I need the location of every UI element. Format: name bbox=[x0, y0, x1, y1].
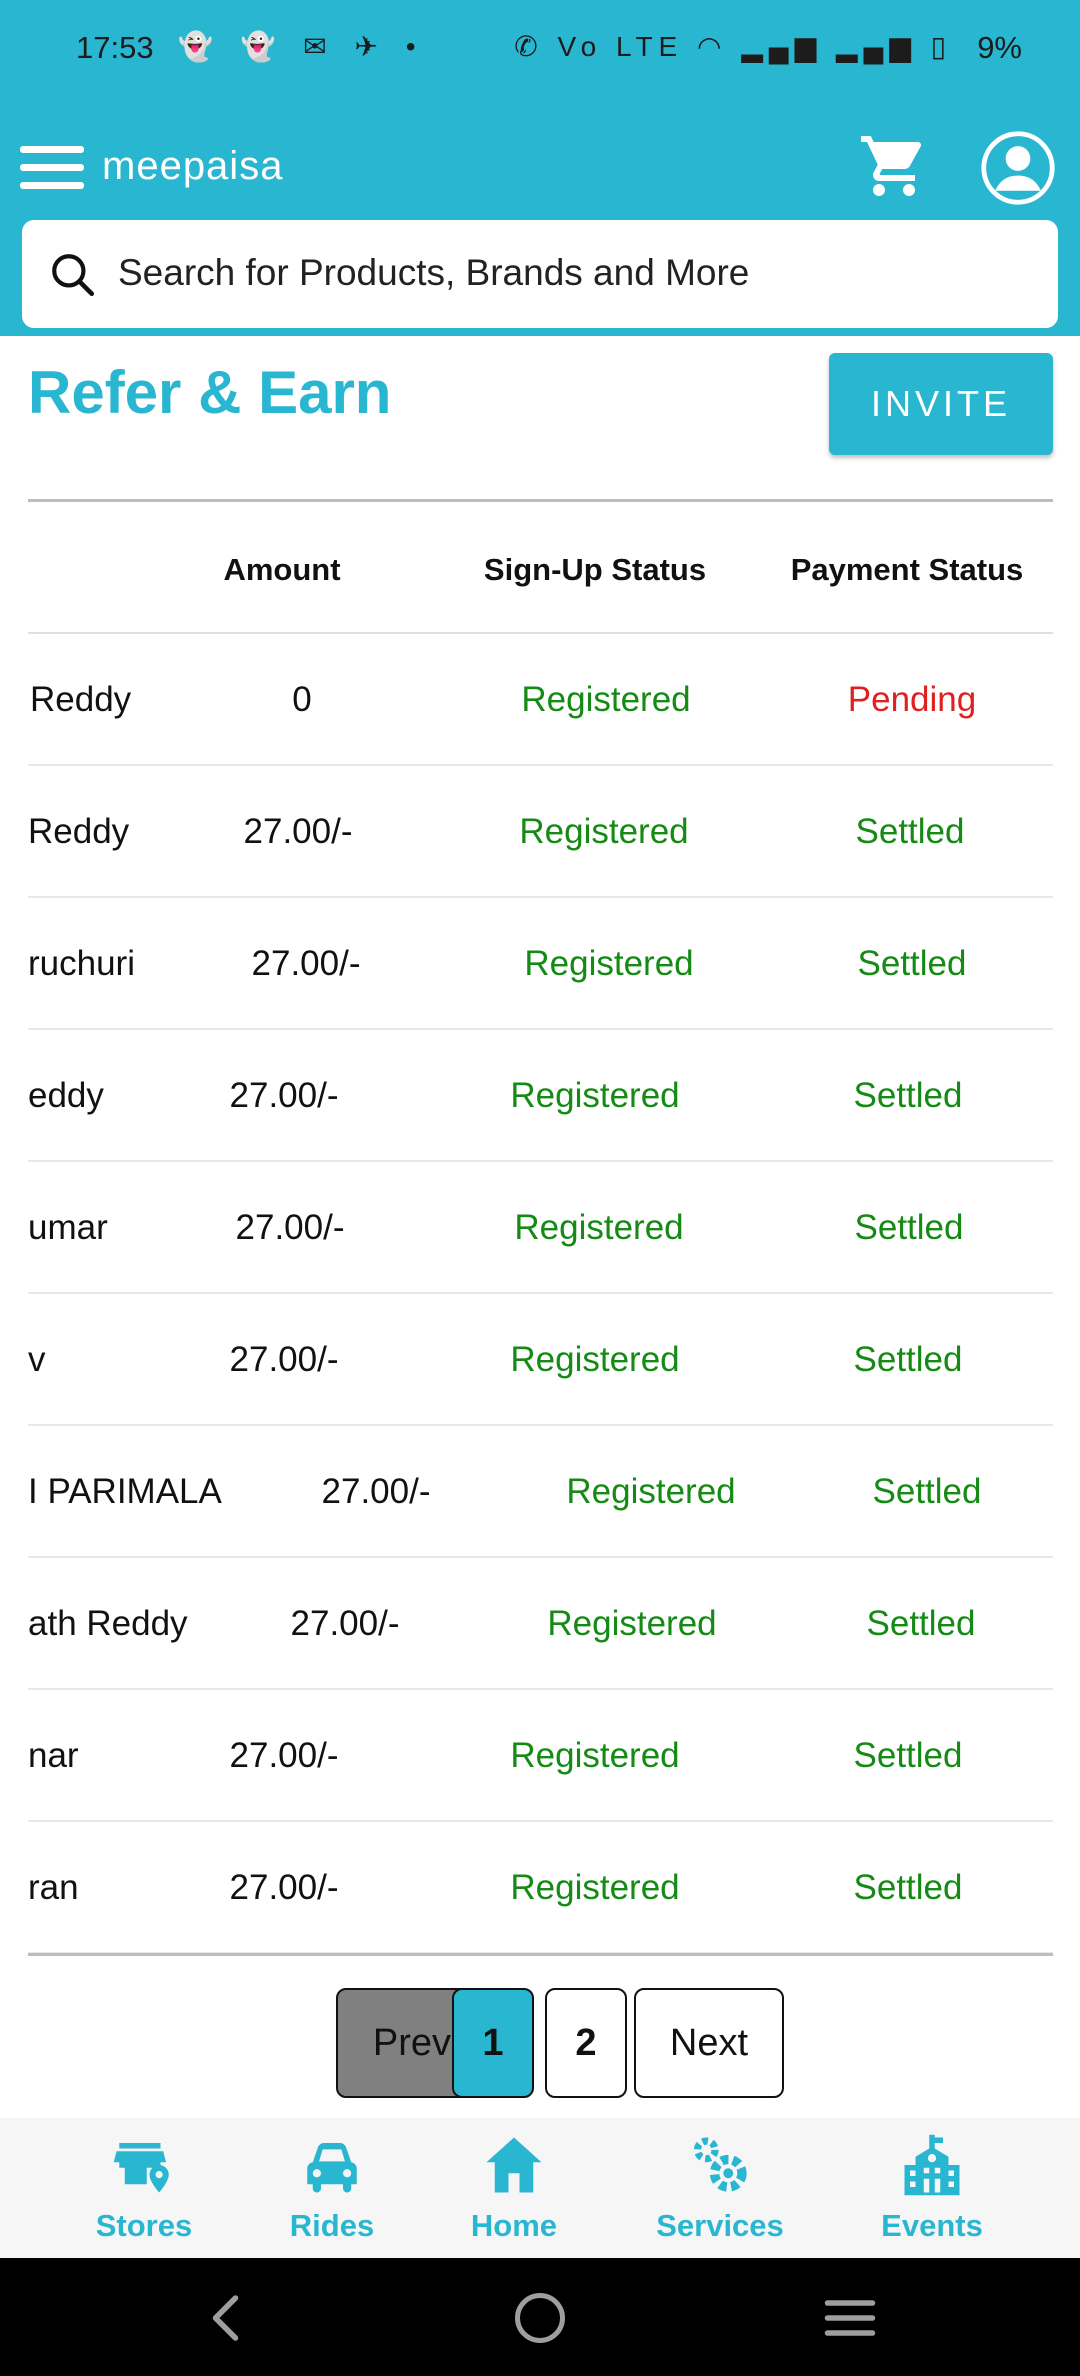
payment-status: Pending bbox=[847, 680, 977, 719]
referral-amount: 27.00/- bbox=[229, 1868, 339, 1907]
table-row[interactable]: nar 27.00/- Registered Settled bbox=[28, 1690, 1053, 1822]
signup-status: Registered bbox=[566, 1472, 736, 1511]
invite-button[interactable]: INVITE bbox=[829, 353, 1053, 455]
payment-status: Settled bbox=[853, 1736, 963, 1775]
table-row[interactable]: Reddy 0 Registered Pending bbox=[28, 634, 1053, 766]
referral-amount: 27.00/- bbox=[235, 1208, 345, 1247]
referral-name: Reddy bbox=[28, 812, 130, 851]
referral-name: nar bbox=[28, 1736, 79, 1775]
nav-item-stores[interactable]: Stores bbox=[64, 2132, 224, 2244]
referral-name: v bbox=[28, 1340, 46, 1379]
nav-item-events[interactable]: Events bbox=[852, 2132, 1012, 2244]
battery-level: 9% bbox=[977, 30, 1022, 65]
referral-amount: 27.00/- bbox=[243, 812, 353, 851]
account-icon[interactable] bbox=[980, 130, 1056, 206]
table-row[interactable]: Reddy 27.00/- Registered Settled bbox=[28, 766, 1053, 898]
referral-table[interactable]: Amount Sign-Up Status Payment Status Red… bbox=[28, 502, 1053, 1954]
referral-amount: 27.00/- bbox=[229, 1736, 339, 1775]
column-header-signup-status: Sign-Up Status bbox=[483, 552, 707, 587]
referral-name: ran bbox=[28, 1868, 79, 1907]
table-row[interactable]: v 27.00/- Registered Settled bbox=[28, 1294, 1053, 1426]
table-header: Amount Sign-Up Status Payment Status bbox=[28, 502, 1053, 634]
payment-status: Settled bbox=[854, 1208, 964, 1247]
page-1-button[interactable]: 1 bbox=[452, 1988, 534, 2098]
nav-label-stores: Stores bbox=[95, 2208, 193, 2243]
nav-label-rides: Rides bbox=[289, 2208, 375, 2243]
signup-status: Registered bbox=[521, 680, 691, 719]
table-row[interactable]: ruchuri 27.00/- Registered Settled bbox=[28, 898, 1053, 1030]
bottom-navigation: Stores Rides Home Services Events bbox=[0, 2118, 1080, 2258]
search-input[interactable]: Search for Products, Brands and More bbox=[22, 220, 1058, 328]
store-icon bbox=[113, 2143, 169, 2193]
table-row[interactable]: ran 27.00/- Registered Settled bbox=[28, 1822, 1053, 1954]
table-row[interactable]: eddy 27.00/- Registered Settled bbox=[28, 1030, 1053, 1162]
referral-amount: 27.00/- bbox=[229, 1076, 339, 1115]
payment-status: Settled bbox=[872, 1472, 982, 1511]
payment-status: Settled bbox=[857, 944, 967, 983]
search-placeholder: Search for Products, Brands and More bbox=[118, 252, 750, 293]
building-icon bbox=[904, 2134, 960, 2196]
signup-status: Registered bbox=[510, 1076, 680, 1115]
app-bar: meepaisa bbox=[0, 120, 1080, 220]
referral-name: umar bbox=[28, 1208, 108, 1247]
table-row[interactable]: umar 27.00/- Registered Settled bbox=[28, 1162, 1053, 1294]
divider bbox=[28, 1953, 1053, 1956]
page-2-button[interactable]: 2 bbox=[545, 1988, 627, 2098]
payment-status: Settled bbox=[853, 1340, 963, 1379]
connectivity-icons: ✆ Vo LTE ◠ ▂▄▆ ▂▄▆ ▯ bbox=[514, 31, 952, 62]
system-navigation-bar bbox=[0, 2258, 1080, 2376]
home-button-icon[interactable] bbox=[510, 2288, 570, 2348]
column-header-amount: Amount bbox=[223, 552, 341, 587]
nav-label-home: Home bbox=[470, 2208, 558, 2243]
referral-name: ruchuri bbox=[28, 944, 135, 983]
table-row[interactable]: ath Reddy 27.00/- Registered Settled bbox=[28, 1558, 1053, 1690]
page-title: Refer & Earn bbox=[28, 359, 392, 426]
menu-icon[interactable] bbox=[20, 146, 84, 196]
home-icon bbox=[486, 2137, 542, 2193]
referral-amount: 27.00/- bbox=[321, 1472, 431, 1511]
referral-amount: 27.00/- bbox=[251, 944, 361, 983]
cart-icon[interactable] bbox=[858, 130, 930, 202]
referral-name: Reddy bbox=[30, 680, 132, 719]
referral-amount: 27.00/- bbox=[229, 1340, 339, 1379]
signup-status: Registered bbox=[510, 1868, 680, 1907]
next-page-button[interactable]: Next bbox=[634, 1988, 784, 2098]
nav-item-home[interactable]: Home bbox=[434, 2132, 594, 2244]
nav-item-rides[interactable]: Rides bbox=[252, 2132, 412, 2244]
nav-label-events: Events bbox=[881, 2208, 983, 2243]
column-header-payment-status: Payment Status bbox=[790, 552, 1024, 587]
status-time: 17:53 bbox=[76, 30, 154, 65]
referral-name: I PARIMALA bbox=[28, 1472, 222, 1511]
nav-item-services[interactable]: Services bbox=[640, 2132, 800, 2244]
signup-status: Registered bbox=[514, 1208, 684, 1247]
signup-status: Registered bbox=[510, 1736, 680, 1775]
back-icon[interactable] bbox=[198, 2288, 258, 2348]
gears-icon bbox=[693, 2137, 747, 2192]
app-header: 17:53 👻 👻 ✉ ✈ • ✆ Vo LTE ◠ ▂▄▆ ▂▄▆ ▯ 9% … bbox=[0, 0, 1080, 336]
payment-status: Settled bbox=[853, 1868, 963, 1907]
payment-status: Settled bbox=[866, 1604, 976, 1643]
table-row[interactable]: I PARIMALA 27.00/- Registered Settled bbox=[28, 1426, 1053, 1558]
notification-icons: 👻 👻 ✉ ✈ • bbox=[178, 31, 426, 62]
referral-amount: 27.00/- bbox=[290, 1604, 400, 1643]
signup-status: Registered bbox=[524, 944, 694, 983]
payment-status: Settled bbox=[855, 812, 965, 851]
signup-status: Registered bbox=[510, 1340, 680, 1379]
status-bar: 17:53 👻 👻 ✉ ✈ • ✆ Vo LTE ◠ ▂▄▆ ▂▄▆ ▯ 9% bbox=[0, 0, 1080, 100]
app-title: meepaisa bbox=[102, 144, 284, 188]
recents-icon[interactable] bbox=[820, 2288, 880, 2348]
nav-label-services: Services bbox=[656, 2208, 784, 2243]
search-icon bbox=[52, 254, 95, 297]
car-icon bbox=[307, 2143, 357, 2193]
signup-status: Registered bbox=[547, 1604, 717, 1643]
referral-name: eddy bbox=[28, 1076, 104, 1115]
payment-status: Settled bbox=[853, 1076, 963, 1115]
signup-status: Registered bbox=[519, 812, 689, 851]
table-body: Reddy 0 Registered Pending Reddy 27.00/- Regis… bbox=[28, 634, 1053, 1954]
referral-name: ath Reddy bbox=[28, 1604, 188, 1643]
referral-amount: 0 bbox=[292, 680, 312, 719]
